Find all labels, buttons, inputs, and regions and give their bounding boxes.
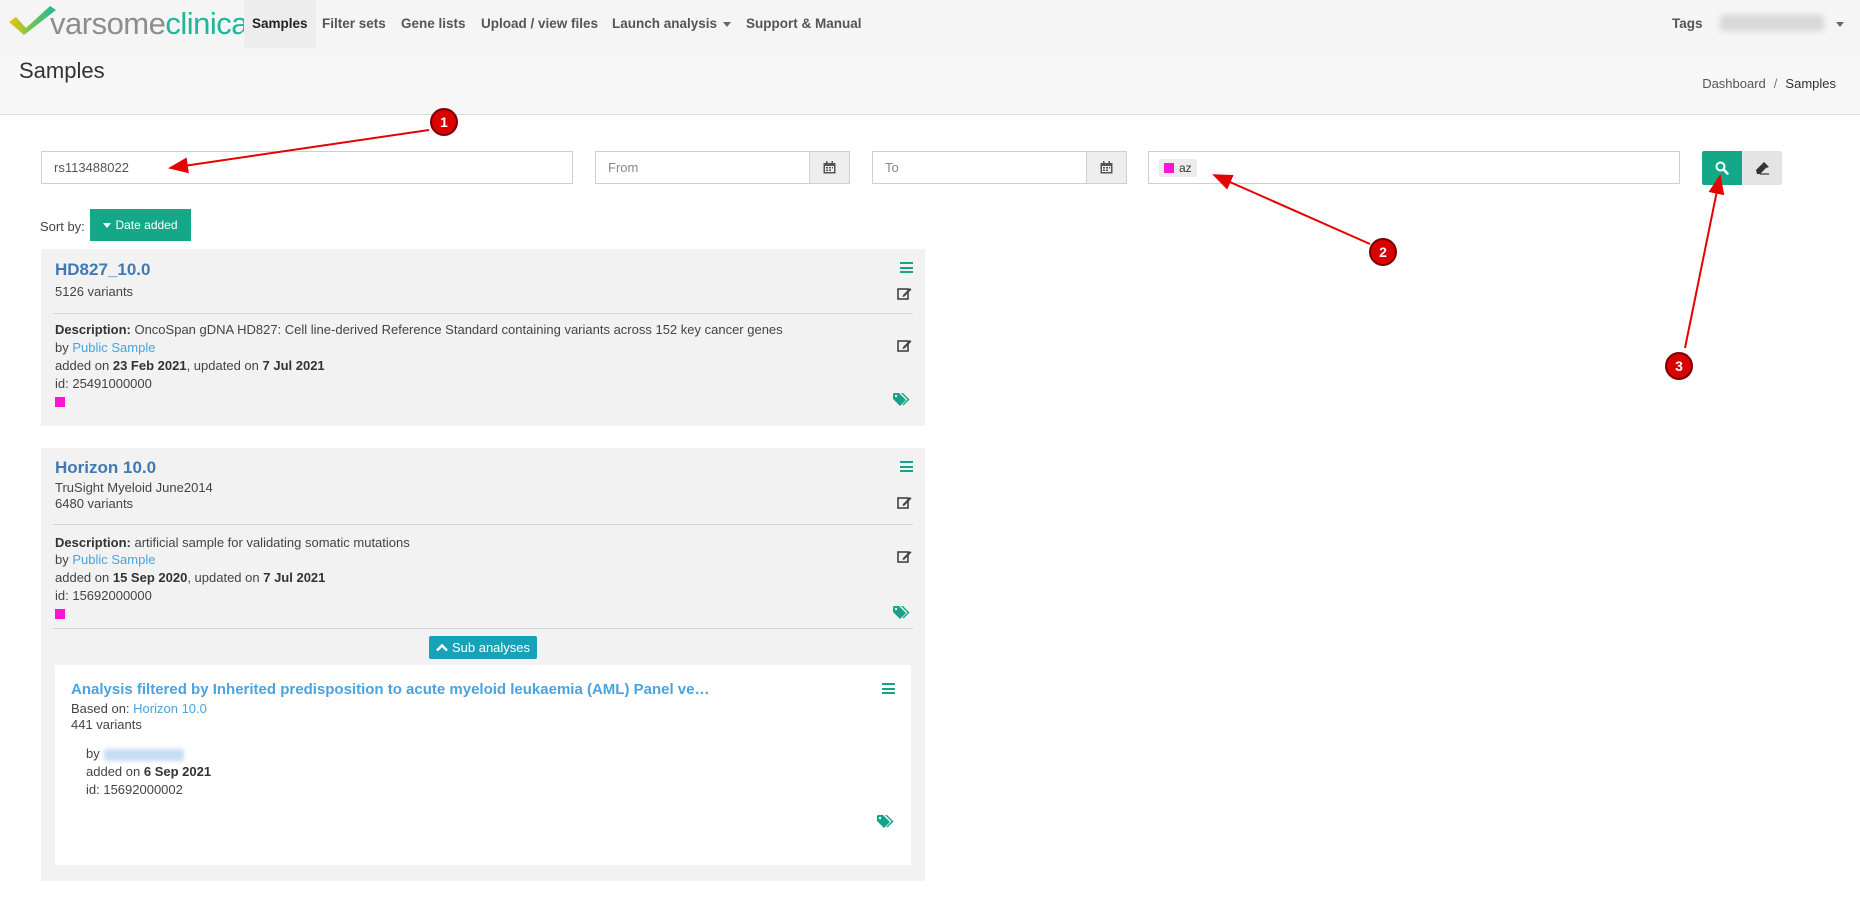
sample-id: id: 25491000000 xyxy=(55,376,152,391)
tag-color-swatch xyxy=(1164,163,1174,173)
clear-search-button[interactable] xyxy=(1742,151,1782,185)
sort-date-added-button[interactable]: Date added xyxy=(90,209,191,241)
sort-button-label: Date added xyxy=(115,218,178,232)
sample-dates: added on 15 Sep 2020, updated on 7 Jul 2… xyxy=(55,570,326,585)
tags-icon[interactable] xyxy=(876,814,896,830)
sort-label: Sort by: xyxy=(40,219,85,234)
varsome-clinical-logo[interactable]: varsomeclinical xyxy=(6,2,255,44)
edit-description-icon[interactable] xyxy=(896,548,912,564)
search-icon xyxy=(1715,161,1729,175)
page-title: Samples xyxy=(19,58,105,83)
edit-icon[interactable] xyxy=(896,285,912,301)
sub-analyses-label: Sub analyses xyxy=(451,640,531,655)
search-button[interactable] xyxy=(1702,151,1742,185)
nav-launch-analysis[interactable]: Launch analysis xyxy=(604,0,739,48)
sample-menu-icon[interactable] xyxy=(900,461,913,472)
based-on-link[interactable]: Horizon 10.0 xyxy=(133,701,207,716)
nav-support-manual[interactable]: Support & Manual xyxy=(738,0,870,48)
annotation-badge-1: 1 xyxy=(430,108,458,136)
calendar-icon xyxy=(823,161,836,174)
date-from-field xyxy=(595,151,810,184)
sample-title[interactable]: HD827_10.0 xyxy=(55,260,150,280)
nav-launch-analysis-label: Launch analysis xyxy=(612,16,718,31)
tag-chip-az[interactable]: az xyxy=(1159,159,1197,177)
date-to-calendar-button[interactable] xyxy=(1086,151,1127,184)
tag-filter-field[interactable]: az xyxy=(1148,151,1680,184)
user-menu-chevron-icon[interactable] xyxy=(1836,22,1844,27)
logo-text-clinical: clinical xyxy=(165,5,255,41)
edit-description-icon[interactable] xyxy=(896,337,912,353)
owner-link[interactable]: Public Sample xyxy=(72,340,155,355)
page-header: Samples Dashboard / Samples xyxy=(0,54,1860,115)
sample-variant-count: 6480 variants xyxy=(55,496,134,511)
sample-owner: by Public Sample xyxy=(55,340,156,355)
sub-analysis-based-on: Based on: Horizon 10.0 xyxy=(71,701,207,716)
sub-analysis-date: added on 6 Sep 2021 xyxy=(86,764,212,779)
sub-analysis-card: Analysis filtered by Inherited predispos… xyxy=(55,665,911,865)
sample-owner: by Public Sample xyxy=(55,552,156,567)
annotation-badge-2: 2 xyxy=(1369,238,1397,266)
sample-tag-swatch[interactable] xyxy=(55,397,65,407)
owner-link[interactable]: Public Sample xyxy=(72,552,155,567)
sub-analysis-id: id: 15692000002 xyxy=(86,782,183,797)
sub-analysis-title[interactable]: Analysis filtered by Inherited predispos… xyxy=(71,681,711,698)
tag-chip-label: az xyxy=(1179,161,1192,175)
sample-description: Description: OncoSpan gDNA HD827: Cell l… xyxy=(55,322,783,337)
sample-tag-swatch[interactable] xyxy=(55,609,65,619)
eraser-icon xyxy=(1755,161,1769,175)
variant-search-input[interactable] xyxy=(42,152,572,183)
sample-dates: added on 23 Feb 2021, updated on 7 Jul 2… xyxy=(55,358,325,373)
sample-card: HD827_10.0 5126 variants Description: On… xyxy=(41,249,925,426)
nav-filter-sets[interactable]: Filter sets xyxy=(314,0,394,48)
caret-down-icon xyxy=(103,222,112,228)
sample-title[interactable]: Horizon 10.0 xyxy=(55,458,156,478)
sample-description: Description: artificial sample for valid… xyxy=(55,535,410,550)
sub-analysis-owner: by xyxy=(86,746,184,761)
sub-analysis-variant-count: 441 variants xyxy=(71,717,142,732)
nav-samples[interactable]: Samples xyxy=(244,0,316,48)
tags-icon[interactable] xyxy=(892,392,912,408)
sub-analyses-toggle-button[interactable]: Sub analyses xyxy=(429,636,537,659)
tags-icon[interactable] xyxy=(892,605,912,621)
date-from-input[interactable] xyxy=(596,152,810,183)
sample-id: id: 15692000000 xyxy=(55,588,152,603)
calendar-icon xyxy=(1100,161,1113,174)
sample-menu-icon[interactable] xyxy=(900,262,913,273)
sample-variant-count: 5126 variants xyxy=(55,284,134,299)
nav-upload-files[interactable]: Upload / view files xyxy=(473,0,606,48)
sub-analysis-menu-icon[interactable] xyxy=(882,683,895,694)
edit-icon[interactable] xyxy=(896,494,912,510)
variant-search-field xyxy=(41,151,573,184)
annotation-badge-3: 3 xyxy=(1665,352,1693,380)
breadcrumb: Dashboard / Samples xyxy=(1702,76,1836,91)
nav-gene-lists[interactable]: Gene lists xyxy=(393,0,474,48)
logo-text-varsome: varsome xyxy=(50,5,166,41)
nav-tags[interactable]: Tags xyxy=(1672,0,1703,48)
chevron-up-icon xyxy=(436,643,448,652)
user-menu-name-blurred[interactable] xyxy=(1720,15,1824,31)
top-navbar: varsomeclinical Samples Filter sets Gene… xyxy=(0,0,1860,55)
date-to-input[interactable] xyxy=(873,152,1087,183)
date-to-field xyxy=(872,151,1087,184)
chevron-down-icon xyxy=(723,21,732,27)
date-from-calendar-button[interactable] xyxy=(809,151,850,184)
breadcrumb-dashboard[interactable]: Dashboard xyxy=(1702,76,1766,91)
owner-name-blurred[interactable] xyxy=(103,748,184,761)
breadcrumb-separator: / xyxy=(1773,76,1778,91)
sample-subtitle: TruSight Myeloid June2014 xyxy=(55,480,213,495)
breadcrumb-current: Samples xyxy=(1785,76,1836,91)
logo-check-icon xyxy=(6,2,56,44)
